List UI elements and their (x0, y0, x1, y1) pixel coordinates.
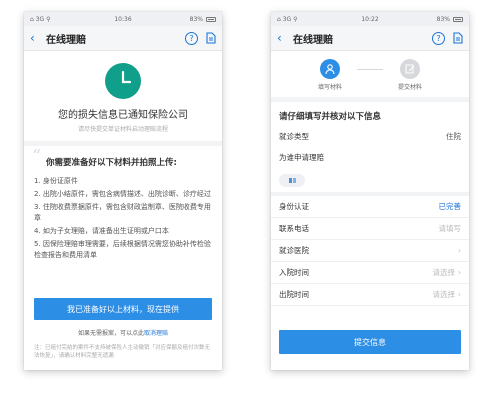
row-label: 出院时间 (279, 290, 309, 299)
clock-wrap (24, 63, 222, 99)
row-label: 就诊类型 (279, 132, 309, 141)
status-left: ⌂ 3G ⚲ (277, 15, 298, 23)
battery-percent: 83% (436, 15, 450, 23)
row-label: 联系电话 (279, 224, 309, 233)
back-chevron-icon[interactable]: ‹ (277, 32, 287, 44)
step-fill-materials: 填写材料 (303, 59, 357, 91)
page-title: 在线理赔 (46, 34, 86, 46)
chevron-right-icon: › (458, 246, 461, 255)
status-right: 83% (190, 16, 216, 23)
status-bar: ⌂ 3G ⚲ 10:22 83% (271, 12, 469, 26)
cancel-claim-link[interactable]: 取消理赔 (144, 330, 168, 337)
battery-icon (453, 16, 463, 22)
progress-steps: 填写材料 提交材料 (271, 59, 469, 91)
row-value: 住院 (446, 132, 461, 141)
document-icon[interactable] (206, 32, 216, 44)
chevron-right-icon: › (458, 268, 461, 277)
battery-icon (206, 16, 216, 22)
row-value: 已完善 (438, 202, 462, 211)
nav-bar: ‹ 在线理赔 ? (271, 26, 469, 51)
quote-mark-icon: “ (32, 146, 42, 167)
materials-section: “ 你需要准备好以下材料并拍照上传: 1. 身份证原件 2. 出院小结原件，需包… (24, 146, 222, 261)
provide-materials-button[interactable]: 我已准备好以上材料，现在提供 (34, 298, 212, 320)
stage: ⌂ 3G ⚲ 10:36 83% ‹ 在线理赔 ? 您的损失信息已通知保险公司 … (0, 0, 500, 406)
step-label: 填写材料 (317, 84, 342, 91)
nav-actions: ? (432, 31, 463, 45)
row-label: 身份认证 (279, 202, 309, 211)
help-icon[interactable]: ? (432, 31, 445, 45)
form-title: 请仔细填写并核对以下信息 (279, 112, 382, 122)
list-item: 1. 身份证原件 (34, 177, 78, 185)
row-identity-verification[interactable]: 身份认证 已完善 (271, 196, 469, 218)
row-value: 请选择 (432, 268, 456, 277)
materials-list: 1. 身份证原件 2. 出院小结原件，需包含病情描述、出院诊断、诊疗经过 3. … (34, 176, 212, 261)
status-bar: ⌂ 3G ⚲ 10:36 83% (24, 12, 222, 26)
status-time: 10:36 (114, 15, 132, 23)
phone-right-claim-form: ⌂ 3G ⚲ 10:22 83% ‹ 在线理赔 ? 填写材料 提交材料 请仔细填… (271, 12, 469, 370)
materials-title: 你需要准备好以下材料并拍照上传: (46, 158, 177, 168)
row-claim-for: 为谁申请理赔 (271, 147, 469, 168)
cancel-line: 如果无需报案，可以点此取消理赔 (24, 328, 222, 337)
clock-icon (105, 63, 141, 99)
battery-percent: 83% (189, 15, 203, 23)
list-item: 3. 住院收费票据原件，需包含财政监制章、医院收费专用章 (34, 203, 211, 222)
nav-bar: ‹ 在线理赔 ? (24, 26, 222, 51)
list-item: 2. 出院小结原件，需包含病情描述、出院诊断、诊疗经过 (34, 190, 211, 198)
row-value: 请选择 (432, 290, 456, 299)
step-submit-materials: 提交材料 (383, 59, 437, 91)
document-icon[interactable] (453, 32, 463, 44)
step-label: 提交材料 (397, 84, 422, 91)
claimant-chip[interactable] (279, 173, 305, 187)
row-visit-type[interactable]: 就诊类型 住院 (271, 126, 469, 147)
list-item: 5. 因保险理赔审理需要，后续根据情况需您协助补传检验检查报告和费用清单 (34, 240, 211, 259)
user-icon (320, 59, 340, 79)
help-icon[interactable]: ? (185, 31, 198, 45)
row-admission-date[interactable]: 入院时间 请选择 › (271, 262, 469, 284)
chevron-right-icon: › (458, 290, 461, 299)
row-hospital[interactable]: 就诊医院 › (271, 240, 469, 262)
step-connector (357, 69, 383, 70)
subhead: 请尽快提交单证材料启动理赔流程 (77, 126, 168, 133)
submit-info-button[interactable]: 提交信息 (279, 330, 461, 354)
row-phone[interactable]: 联系电话 请填写 (271, 218, 469, 240)
edit-icon (400, 59, 420, 79)
cancel-prefix: 如果无需报案，可以点此 (77, 330, 144, 337)
back-chevron-icon[interactable]: ‹ (30, 32, 40, 44)
footnote: 注：已赔付完结的案件不支持被保险人主动撤销「对应保额及赔付次数无法恢复」，请确认… (34, 345, 211, 359)
row-label: 入院时间 (279, 268, 309, 277)
phone-left-claim-notice: ⌂ 3G ⚲ 10:36 83% ‹ 在线理赔 ? 您的损失信息已通知保险公司 … (24, 12, 222, 370)
claimant-chip-row (271, 168, 469, 192)
page-title: 在线理赔 (293, 34, 333, 46)
status-left: ⌂ 3G ⚲ (30, 15, 51, 23)
row-label: 就诊医院 (279, 246, 309, 255)
phone-input[interactable]: 请填写 (439, 223, 462, 234)
nav-actions: ? (185, 31, 216, 45)
headline: 您的损失信息已通知保险公司 (58, 110, 188, 121)
list-item: 4. 如为子女理赔，请准备出生证明或户口本 (34, 227, 169, 235)
status-right: 83% (437, 16, 463, 23)
status-time: 10:22 (361, 15, 379, 23)
row-discharge-date[interactable]: 出院时间 请选择 › (271, 284, 469, 306)
row-label: 为谁申请理赔 (279, 153, 324, 162)
